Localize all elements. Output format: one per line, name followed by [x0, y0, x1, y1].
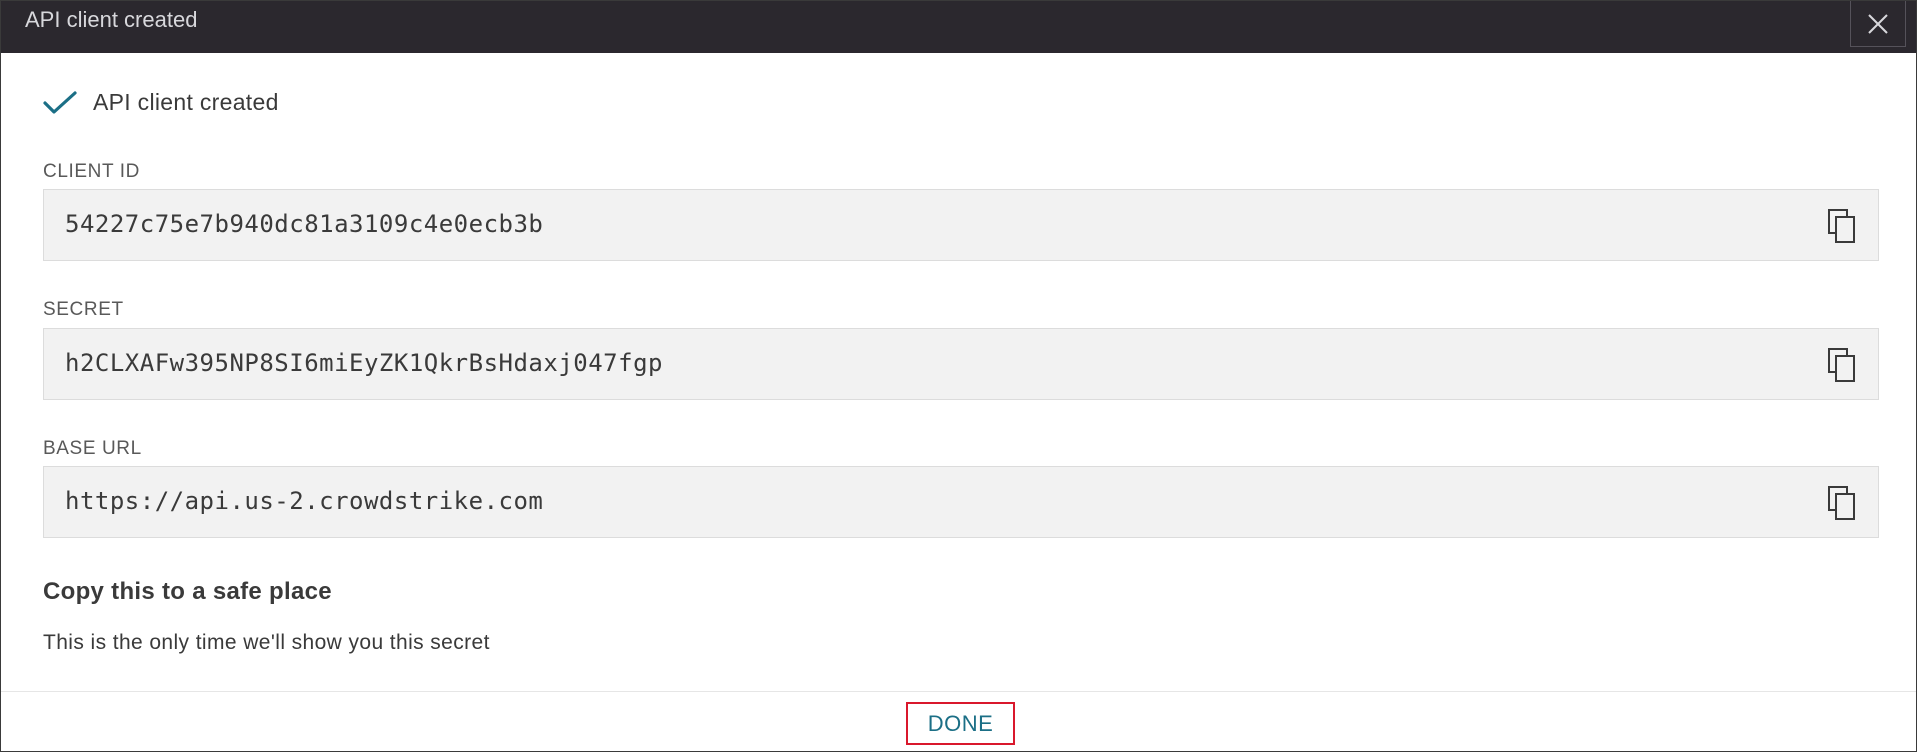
- secret-label: SECRET: [43, 299, 124, 320]
- client-id-value[interactable]: 54227c75e7b940dc81a3109c4e0ecb3b: [65, 210, 543, 238]
- dialog-title: API client created: [25, 7, 198, 32]
- api-client-dialog: API client created API client created CL…: [0, 0, 1917, 752]
- checkmark-icon: [43, 90, 77, 114]
- status-row: API client created: [43, 89, 279, 116]
- close-icon: [1868, 13, 1888, 34]
- status-text: API client created: [93, 89, 279, 115]
- notice-heading: Copy this to a safe place: [43, 578, 332, 605]
- done-button[interactable]: DONE: [906, 702, 1015, 745]
- base-url-field[interactable]: https://api.us-2.crowdstrike.com: [43, 466, 1879, 538]
- base-url-value[interactable]: https://api.us-2.crowdstrike.com: [65, 487, 543, 515]
- notice-text: This is the only time we'll show you thi…: [43, 631, 490, 654]
- base-url-label: BASE URL: [43, 438, 142, 459]
- copy-icon[interactable]: [1826, 208, 1860, 244]
- footer-divider: [1, 691, 1916, 692]
- dialog-titlebar: API client created: [1, 1, 1916, 53]
- secret-value[interactable]: h2CLXAFw395NP8SI6miEyZK1QkrBsHdaxj047fgp: [65, 349, 663, 377]
- copy-icon[interactable]: [1826, 347, 1860, 383]
- client-id-label: CLIENT ID: [43, 161, 140, 182]
- client-id-field[interactable]: 54227c75e7b940dc81a3109c4e0ecb3b: [43, 189, 1879, 261]
- copy-icon[interactable]: [1826, 485, 1860, 521]
- close-button[interactable]: [1850, 1, 1906, 47]
- secret-field[interactable]: h2CLXAFw395NP8SI6miEyZK1QkrBsHdaxj047fgp: [43, 328, 1879, 400]
